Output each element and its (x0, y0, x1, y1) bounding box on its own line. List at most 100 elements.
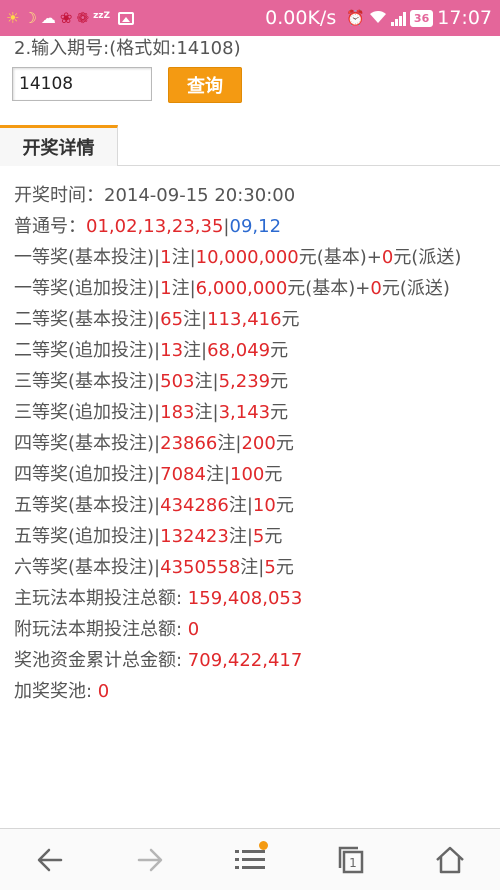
winning-numbers-row: 普通号：01,02,13,23,35|09,12 (14, 211, 490, 242)
query-button[interactable]: 查询 (168, 67, 242, 103)
winner-count: 4350558 (160, 557, 241, 578)
amount-suffix: 元 (275, 433, 294, 454)
total-row: 奖池资金累计总金额: 709,422,417 (14, 645, 490, 676)
front-numbers: 01,02,13,23,35 (86, 216, 224, 237)
prize-name: 三等奖(追加投注) (14, 402, 155, 423)
count-unit: 注 (183, 340, 202, 361)
prize-name: 三等奖(基本投注) (14, 371, 155, 392)
prize-amount: 5 (252, 526, 265, 547)
prize-row: 二等奖(基本投注)|65注|113,416元 (14, 304, 490, 335)
alarm-icon: ⏰ (346, 8, 365, 27)
clock: 17:07 (437, 7, 492, 29)
home-button[interactable] (420, 835, 480, 885)
tab-count: 1 (349, 856, 357, 870)
winner-count: 65 (160, 309, 184, 330)
extra-amount: 0 (381, 247, 394, 268)
total-label: 奖池资金累计总金额: (14, 650, 188, 671)
prize-row: 二等奖(追加投注)|13注|68,049元 (14, 335, 490, 366)
forward-icon (137, 848, 163, 871)
total-label: 加奖奖池: (14, 681, 98, 702)
prize-name: 四等奖(基本投注) (14, 433, 155, 454)
prize-name: 五等奖(追加投注) (14, 526, 155, 547)
signal-icon (390, 10, 406, 26)
tabs-button[interactable]: 1 (320, 835, 380, 885)
prize-name: 五等奖(基本投注) (14, 495, 155, 516)
prize-amount: 10 (252, 495, 276, 516)
flower-icon: ❀ (59, 8, 73, 27)
prize-name: 二等奖(追加投注) (14, 340, 155, 361)
prize-amount: 113,416 (207, 309, 282, 330)
draw-time-row: 开奖时间：2014-09-15 20:30:00 (14, 180, 490, 211)
count-unit: 注 (205, 464, 224, 485)
prize-row: 三等奖(追加投注)|183注|3,143元 (14, 397, 490, 428)
extra-suffix: 元(派送) (393, 247, 462, 268)
prize-row: 三等奖(基本投注)|503注|5,239元 (14, 366, 490, 397)
battery-icon: 36 (409, 9, 434, 27)
draw-time-label: 开奖时间： (14, 185, 104, 206)
total-value: 0 (97, 681, 110, 702)
winner-count: 434286 (160, 495, 229, 516)
issue-number-input[interactable] (12, 67, 152, 101)
image-icon (118, 11, 135, 25)
amount-suffix: 元(基本)+ (298, 247, 382, 268)
prize-amount: 10,000,000 (195, 247, 299, 268)
total-label: 附玩法本期投注总额: (14, 619, 188, 640)
wifi-icon (369, 9, 387, 28)
winner-count: 13 (160, 340, 184, 361)
tab-bar: 开奖详情 (0, 125, 500, 166)
extra-suffix: 元(派送) (381, 278, 450, 299)
prize-row: 六等奖(基本投注)|4350558注|5元 (14, 552, 490, 583)
winner-count: 1 (160, 278, 172, 299)
prize-row: 五等奖(追加投注)|132423注|5元 (14, 521, 490, 552)
tab-draw-details[interactable]: 开奖详情 (0, 125, 118, 166)
menu-button[interactable] (220, 835, 280, 885)
count-unit: 注 (240, 557, 259, 578)
prize-row: 四等奖(基本投注)|23866注|200元 (14, 428, 490, 459)
forward-button[interactable] (120, 835, 180, 885)
prize-name: 一等奖(基本投注) (14, 247, 155, 268)
prize-amount: 5,239 (218, 371, 271, 392)
home-icon (436, 846, 464, 873)
prize-name: 二等奖(基本投注) (14, 309, 155, 330)
amount-suffix: 元 (270, 371, 289, 392)
total-value: 159,408,053 (187, 588, 303, 609)
prize-row: 一等奖(追加投注)|1注|6,000,000元(基本)+0元(派送) (14, 273, 490, 304)
count-unit: 注 (171, 247, 190, 268)
tabs-icon: 1 (338, 846, 364, 873)
total-row: 主玩法本期投注总额: 159,408,053 (14, 583, 490, 614)
winner-count: 503 (160, 371, 195, 392)
prize-amount: 68,049 (207, 340, 271, 361)
winner-count: 183 (160, 402, 195, 423)
prize-name: 一等奖(追加投注) (14, 278, 155, 299)
prize-list: 一等奖(基本投注)|1注|10,000,000元(基本)+0元(派送) 一等奖(追… (14, 242, 490, 583)
count-unit: 注 (171, 278, 190, 299)
total-row: 加奖奖池: 0 (14, 676, 490, 707)
amount-suffix: 元 (270, 340, 289, 361)
back-button[interactable] (20, 835, 80, 885)
winner-count: 132423 (160, 526, 229, 547)
total-label: 主玩法本期投注总额: (14, 588, 188, 609)
notification-dot (259, 840, 268, 850)
back-icon (37, 848, 63, 871)
notification-icons: ☀ ☽ ☁ ❀ ❁ zzZ (6, 8, 135, 27)
total-value: 709,422,417 (187, 650, 303, 671)
flower-icon: ❁ (76, 8, 90, 27)
winner-count: 7084 (160, 464, 206, 485)
bottom-navigation: 1 (0, 828, 500, 890)
back-numbers: 09,12 (229, 216, 282, 237)
prize-amount: 5 (264, 557, 276, 578)
amount-suffix: 元 (264, 526, 283, 547)
draw-time-value: 2014-09-15 20:30:00 (104, 185, 296, 206)
winner-count: 23866 (160, 433, 218, 454)
amount-suffix: 元 (270, 402, 289, 423)
prize-name: 四等奖(追加投注) (14, 464, 155, 485)
count-unit: 注 (194, 402, 213, 423)
extra-amount: 0 (370, 278, 382, 299)
draw-details: 开奖时间：2014-09-15 20:30:00 普通号：01,02,13,23… (14, 180, 490, 707)
amount-suffix: 元 (275, 557, 294, 578)
count-unit: 注 (183, 309, 202, 330)
amount-suffix: 元(基本)+ (287, 278, 371, 299)
prize-row: 五等奖(基本投注)|434286注|10元 (14, 490, 490, 521)
totals-list: 主玩法本期投注总额: 159,408,053 附玩法本期投注总额: 0 奖池资金累计… (14, 583, 490, 707)
prize-amount: 3,143 (218, 402, 271, 423)
